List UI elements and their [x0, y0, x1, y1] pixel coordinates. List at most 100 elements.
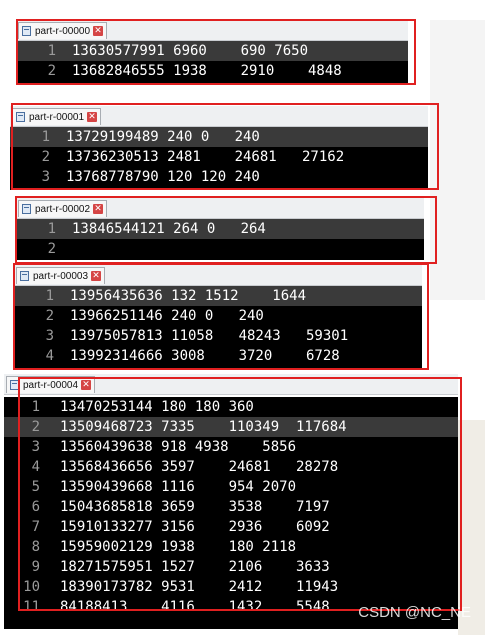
- code-line: 1 13956435636 132 1512 1644: [14, 286, 422, 306]
- line-text: 13992314666 3008 3720 6728: [70, 348, 340, 364]
- code-line: 2 13509468723 7335 110349 117684: [4, 417, 458, 437]
- line-text: 13470253144 180 180 360: [60, 399, 254, 415]
- line-text: 13682846555 1938 2910 4848: [72, 63, 342, 79]
- editor-panel-1: part-r-00001 ✕ 1 13729199489 240 0 240 21…: [10, 106, 428, 190]
- code-line: 3 13975057813 11058 48243 59301: [14, 326, 422, 346]
- line-text: 15043685818 3659 3538 7197: [60, 499, 330, 515]
- line-number: 2: [41, 149, 50, 165]
- code-line: 7 15910133277 3156 2936 6092: [4, 517, 458, 537]
- line-text: 13568436656 3597 24681 28278: [60, 459, 339, 475]
- close-icon[interactable]: ✕: [93, 26, 104, 36]
- file-icon: [22, 26, 31, 36]
- line-text: 15910133277 3156 2936 6092: [60, 519, 330, 535]
- tab-label: part-r-00003: [33, 270, 89, 282]
- line-number: 8: [31, 539, 40, 555]
- line-number: 4: [45, 348, 54, 364]
- close-icon[interactable]: ✕: [81, 380, 92, 390]
- line-number: 1: [45, 288, 54, 304]
- line-number: 11: [23, 599, 40, 615]
- code-line: 8 15959002129 1938 180 2118: [4, 537, 458, 557]
- line-number: 2: [47, 63, 56, 79]
- tab-label: part-r-00001: [29, 111, 85, 123]
- editor-panel-2: part-r-00002 ✕ 1 13846544121 264 0 264 2: [16, 198, 424, 260]
- line-number: 1: [47, 43, 56, 59]
- line-text: 13560439638 918 4938 5856: [60, 439, 297, 455]
- line-number: 1: [47, 221, 56, 237]
- line-number: 2: [45, 308, 54, 324]
- code-line: 9 18271575951 1527 2106 3633: [4, 557, 458, 577]
- line-number: 9: [31, 559, 40, 575]
- editor-text-area[interactable]: 1 13630577991 6960 690 7650 2 13682846555 …: [16, 41, 408, 84]
- file-icon: [22, 204, 31, 214]
- backdrop: [430, 20, 485, 300]
- line-text: 13509468723 7335 110349 117684: [60, 419, 347, 435]
- tab-bar: part-r-00002 ✕: [16, 198, 424, 219]
- line-text: 15959002129 1938 180 2118: [60, 539, 297, 555]
- line-number: 2: [47, 241, 56, 257]
- line-text: 18390173782 9531 2412 11943: [60, 579, 339, 595]
- line-number: 2: [31, 419, 40, 435]
- tab-label: part-r-00002: [35, 203, 91, 215]
- close-icon[interactable]: ✕: [93, 204, 104, 214]
- close-icon[interactable]: ✕: [91, 271, 102, 281]
- line-number: 3: [41, 169, 50, 185]
- line-text: 13590439668 1116 954 2070: [60, 479, 297, 495]
- line-number: 3: [45, 328, 54, 344]
- line-text: 13729199489 240 0 240: [66, 129, 260, 145]
- line-text: 84188413 4116 1432 5548: [60, 599, 330, 615]
- code-line: 4 13568436656 3597 24681 28278: [4, 457, 458, 477]
- code-line: 6 15043685818 3659 3538 7197: [4, 497, 458, 517]
- close-icon[interactable]: ✕: [87, 112, 98, 122]
- code-line: 10 18390173782 9531 2412 11943: [4, 577, 458, 597]
- editor-text-area[interactable]: 1 13470253144 180 180 360 2 13509468723 73…: [4, 397, 458, 629]
- code-line: 3 13560439638 918 4938 5856: [4, 437, 458, 457]
- code-line: 5 13590439668 1116 954 2070: [4, 477, 458, 497]
- tab-part-r-00001[interactable]: part-r-00001 ✕: [12, 108, 102, 125]
- line-number: 1: [41, 129, 50, 145]
- line-text: 13630577991 6960 690 7650: [72, 43, 309, 59]
- editor-panel-3: part-r-00003 ✕ 1 13956435636 132 1512 164…: [14, 265, 422, 368]
- line-number: 10: [23, 579, 40, 595]
- line-text: 18271575951 1527 2106 3633: [60, 559, 330, 575]
- file-icon: [20, 271, 29, 281]
- watermark: CSDN @NC_NE: [358, 604, 471, 621]
- tab-part-r-00000[interactable]: part-r-00000 ✕: [18, 22, 108, 39]
- code-line: 2 13966251146 240 0 240: [14, 306, 422, 326]
- tab-label: part-r-00000: [35, 25, 91, 37]
- line-number: 7: [31, 519, 40, 535]
- editor-text-area[interactable]: 1 13956435636 132 1512 1644 2 13966251146 …: [14, 286, 422, 368]
- tab-part-r-00002[interactable]: part-r-00002 ✕: [18, 200, 108, 217]
- line-text: 13975057813 11058 48243 59301: [70, 328, 349, 344]
- line-number: 5: [31, 479, 40, 495]
- code-line: 3 13768778790 120 120 240: [10, 167, 428, 187]
- tab-bar: part-r-00004 ✕: [4, 374, 458, 395]
- editor-text-area[interactable]: 1 13846544121 264 0 264 2: [16, 219, 424, 260]
- line-text: 13956435636 132 1512 1644: [70, 288, 307, 304]
- line-text: 13846544121 264 0 264: [72, 221, 266, 237]
- tab-label: part-r-00004: [23, 379, 79, 391]
- code-line: 1 13729199489 240 0 240: [10, 127, 428, 147]
- code-line: 1 13630577991 6960 690 7650: [16, 41, 408, 61]
- tab-part-r-00003[interactable]: part-r-00003 ✕: [16, 267, 106, 284]
- line-number: 1: [31, 399, 40, 415]
- file-icon: [16, 112, 25, 122]
- line-number: 3: [31, 439, 40, 455]
- line-text: 13768778790 120 120 240: [66, 169, 260, 185]
- editor-panel-4: part-r-00004 ✕ 1 13470253144 180 180 360 …: [4, 374, 458, 629]
- tab-bar: part-r-00000 ✕: [16, 20, 408, 41]
- code-line: 2: [16, 239, 424, 259]
- editor-text-area[interactable]: 1 13729199489 240 0 240 2 13736230513 2481…: [10, 127, 428, 190]
- file-icon: [10, 380, 19, 390]
- code-line: 1 13846544121 264 0 264: [16, 219, 424, 239]
- line-number: 6: [31, 499, 40, 515]
- line-number: 4: [31, 459, 40, 475]
- line-text: 13736230513 2481 24681 27162: [66, 149, 345, 165]
- code-line: 1 13470253144 180 180 360: [4, 397, 458, 417]
- code-line: 2 13682846555 1938 2910 4848: [16, 61, 408, 81]
- tab-part-r-00004[interactable]: part-r-00004 ✕: [6, 376, 96, 393]
- line-text: 13966251146 240 0 240: [70, 308, 264, 324]
- tab-bar: part-r-00003 ✕: [14, 265, 422, 286]
- tab-bar: part-r-00001 ✕: [10, 106, 428, 127]
- code-line: 4 13992314666 3008 3720 6728: [14, 346, 422, 366]
- code-line: 2 13736230513 2481 24681 27162: [10, 147, 428, 167]
